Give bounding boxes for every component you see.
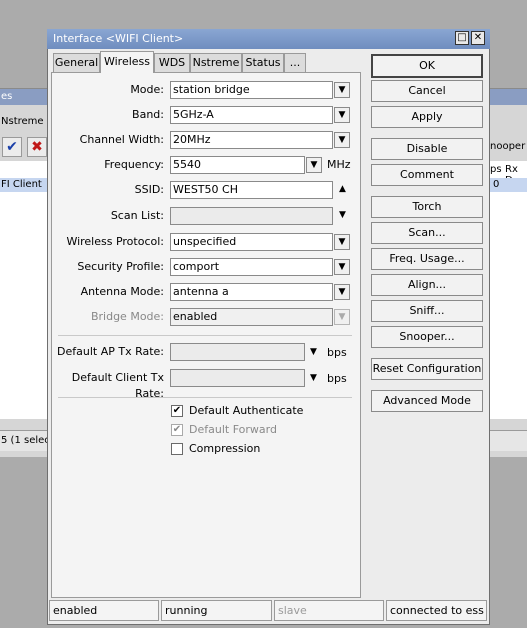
background-snooper-label[interactable]: nooper	[490, 141, 525, 152]
enable-check-icon[interactable]: ✔	[2, 137, 22, 157]
cancel-button[interactable]: Cancel	[371, 80, 483, 102]
band-select[interactable]: 5GHz-A	[170, 106, 333, 124]
status-running: running	[161, 600, 272, 621]
ssid-input[interactable]: WEST50 CH	[170, 181, 333, 199]
snooper-button[interactable]: Snooper...	[371, 326, 483, 348]
dialog-title: Interface <WIFI Client>	[53, 32, 184, 45]
channel-width-dropdown-icon[interactable]: ▼	[334, 132, 350, 148]
tab-wireless[interactable]: Wireless	[100, 51, 154, 73]
channel-width-select[interactable]: 20MHz	[170, 131, 333, 149]
sniff-button[interactable]: Sniff...	[371, 300, 483, 322]
bridge-mode-dropdown-icon: ▼	[334, 309, 350, 325]
separator	[58, 397, 352, 398]
status-connection: connected to ess	[386, 600, 487, 621]
dialog-titlebar[interactable]: Interface <WIFI Client>	[47, 29, 490, 49]
background-window-title: es	[1, 91, 13, 102]
tab-wds[interactable]: WDS	[154, 53, 190, 72]
frequency-unit: MHz	[327, 158, 351, 171]
security-profile-dropdown-icon[interactable]: ▼	[334, 259, 350, 275]
tab-status[interactable]: Status	[242, 53, 284, 72]
channel-width-label: Channel Width:	[79, 133, 164, 146]
band-label: Band:	[132, 108, 164, 121]
align-button[interactable]: Align...	[371, 274, 483, 296]
freq-usage-button[interactable]: Freq. Usage...	[371, 248, 483, 270]
security-profile-select[interactable]: comport	[170, 258, 333, 276]
antenna-mode-dropdown-icon[interactable]: ▼	[334, 284, 350, 300]
separator	[58, 335, 352, 336]
apply-button[interactable]: Apply	[371, 106, 483, 128]
status-slave: slave	[274, 600, 384, 621]
wireless-protocol-label: Wireless Protocol:	[66, 235, 164, 248]
default-client-tx-rate-expand-icon[interactable]: ▼	[310, 373, 317, 383]
comment-button[interactable]: Comment	[371, 164, 483, 186]
disable-x-icon[interactable]: ✖	[27, 137, 47, 157]
frequency-dropdown-icon[interactable]: ▼	[306, 157, 322, 173]
background-row-value: 0	[493, 179, 500, 190]
compression-checkbox[interactable]	[171, 443, 183, 455]
disable-button[interactable]: Disable	[371, 138, 483, 160]
default-client-tx-rate-input[interactable]	[170, 369, 305, 387]
security-profile-label: Security Profile:	[77, 260, 164, 273]
default-ap-tx-rate-input[interactable]	[170, 343, 305, 361]
mode-label: Mode:	[130, 83, 164, 96]
torch-button[interactable]: Torch	[371, 196, 483, 218]
default-forward-label: Default Forward	[189, 423, 277, 436]
tab-more[interactable]: ...	[284, 53, 306, 72]
default-ap-tx-rate-label: Default AP Tx Rate:	[57, 345, 164, 358]
mode-select[interactable]: station bridge	[170, 81, 333, 99]
ok-button[interactable]: OK	[371, 54, 483, 78]
default-ap-tx-rate-unit: bps	[327, 346, 347, 359]
advanced-mode-button[interactable]: Advanced Mode	[371, 390, 483, 412]
tab-general[interactable]: General	[53, 53, 100, 72]
background-selected-row-label: FI Client	[1, 179, 42, 190]
frequency-select[interactable]: 5540	[170, 156, 305, 174]
tab-nstreme[interactable]: Nstreme	[190, 53, 242, 72]
wireless-protocol-select[interactable]: unspecified	[170, 233, 333, 251]
scan-list-label: Scan List:	[110, 209, 164, 222]
close-icon[interactable]: ✕	[471, 31, 485, 45]
status-enabled: enabled	[49, 600, 159, 621]
bridge-mode-select: enabled	[170, 308, 333, 326]
scan-list-expand-icon[interactable]: ▼	[339, 210, 346, 220]
mode-dropdown-icon[interactable]: ▼	[334, 82, 350, 98]
collapse-up-icon[interactable]: ▲	[339, 184, 346, 194]
default-authenticate-checkbox[interactable]: ✔	[171, 405, 183, 417]
band-dropdown-icon[interactable]: ▼	[334, 107, 350, 123]
default-client-tx-rate-unit: bps	[327, 372, 347, 385]
background-col-ps: ps	[490, 164, 502, 175]
scan-list-input[interactable]	[170, 207, 333, 225]
scan-button[interactable]: Scan...	[371, 222, 483, 244]
reset-configuration-button[interactable]: Reset Configuration	[371, 358, 483, 380]
bridge-mode-label: Bridge Mode:	[90, 310, 164, 323]
default-ap-tx-rate-expand-icon[interactable]: ▼	[310, 347, 317, 357]
antenna-mode-select[interactable]: antenna a	[170, 283, 333, 301]
default-forward-checkbox: ✔	[171, 424, 183, 436]
frequency-label: Frequency:	[104, 158, 164, 171]
default-authenticate-label: Default Authenticate	[189, 404, 304, 417]
wireless-protocol-dropdown-icon[interactable]: ▼	[334, 234, 350, 250]
restore-icon[interactable]: □	[455, 31, 469, 45]
antenna-mode-label: Antenna Mode:	[80, 285, 164, 298]
compression-label: Compression	[189, 442, 261, 455]
ssid-label: SSID:	[134, 183, 164, 196]
background-status-text: 5 (1 selec	[1, 435, 50, 446]
